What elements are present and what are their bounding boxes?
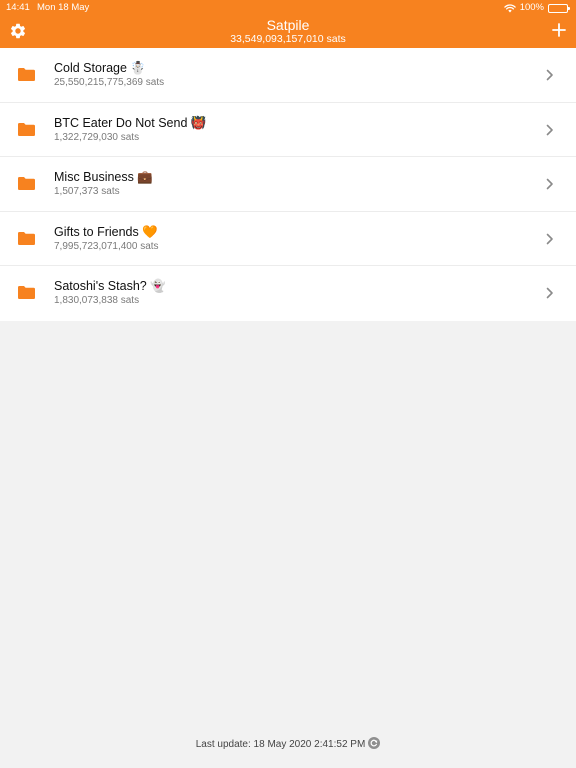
wallet-list: Cold Storage ☃️ 25,550,215,775,369 sats … [0, 48, 576, 321]
wallet-name: Gifts to Friends 🧡 [54, 224, 158, 239]
status-right: 100% [503, 0, 570, 16]
folder-icon [18, 68, 35, 81]
app-title: Satpile [266, 17, 310, 33]
wallet-row[interactable]: BTC Eater Do Not Send 👹 1,322,729,030 sa… [0, 103, 576, 158]
wallet-name: Satoshi's Stash? 👻 [54, 279, 166, 294]
chevron-right-icon [546, 69, 553, 81]
folder-icon [18, 231, 35, 245]
app-header: 14:41 Mon 18 May 100% Satpile 33,549,093… [0, 0, 576, 48]
chevron-right-icon [546, 233, 553, 245]
folder-icon [18, 286, 35, 300]
plus-icon[interactable] [552, 23, 566, 37]
wallet-name: Misc Business 💼 [54, 170, 153, 185]
battery-percent: 100% [519, 2, 544, 13]
status-bar: 14:41 Mon 18 May 100% [0, 0, 576, 16]
wallet-balance: 1,507,373 sats [54, 186, 120, 198]
last-update-footer: Last update: 18 May 2020 2:41:52 PM [0, 737, 576, 752]
chevron-right-icon [546, 288, 553, 299]
wallet-balance: 1,322,729,030 sats [54, 131, 140, 143]
status-date: Mon 18 May [37, 2, 90, 13]
wallet-balance: 25,550,215,775,369 sats [54, 77, 165, 88]
wallet-balance: 1,830,073,838 sats [54, 295, 140, 307]
wallet-balance: 7,995,723,071,400 sats [54, 240, 159, 252]
battery-icon [548, 3, 570, 13]
chevron-right-icon [546, 178, 553, 190]
chevron-right-icon [546, 124, 553, 135]
refresh-icon[interactable] [368, 737, 381, 749]
wallet-row[interactable]: Cold Storage ☃️ 25,550,215,775,369 sats [0, 48, 576, 103]
wallet-row[interactable]: Gifts to Friends 🧡 7,995,723,071,400 sat… [0, 212, 576, 267]
status-time: 14:41 [6, 2, 30, 13]
wallet-row[interactable]: Misc Business 💼 1,507,373 sats [0, 157, 576, 212]
wallet-row[interactable]: Satoshi's Stash? 👻 1,830,073,838 sats [0, 266, 576, 321]
wifi-icon [503, 3, 516, 12]
last-update-text: Last update: 18 May 2020 2:41:52 PM [195, 739, 366, 750]
total-balance: 33,549,093,157,010 sats [230, 33, 346, 45]
folder-icon [18, 122, 35, 136]
wallet-name: BTC Eater Do Not Send 👹 [54, 115, 207, 130]
wallet-name: Cold Storage ☃️ [54, 61, 146, 75]
folder-icon [18, 177, 35, 191]
